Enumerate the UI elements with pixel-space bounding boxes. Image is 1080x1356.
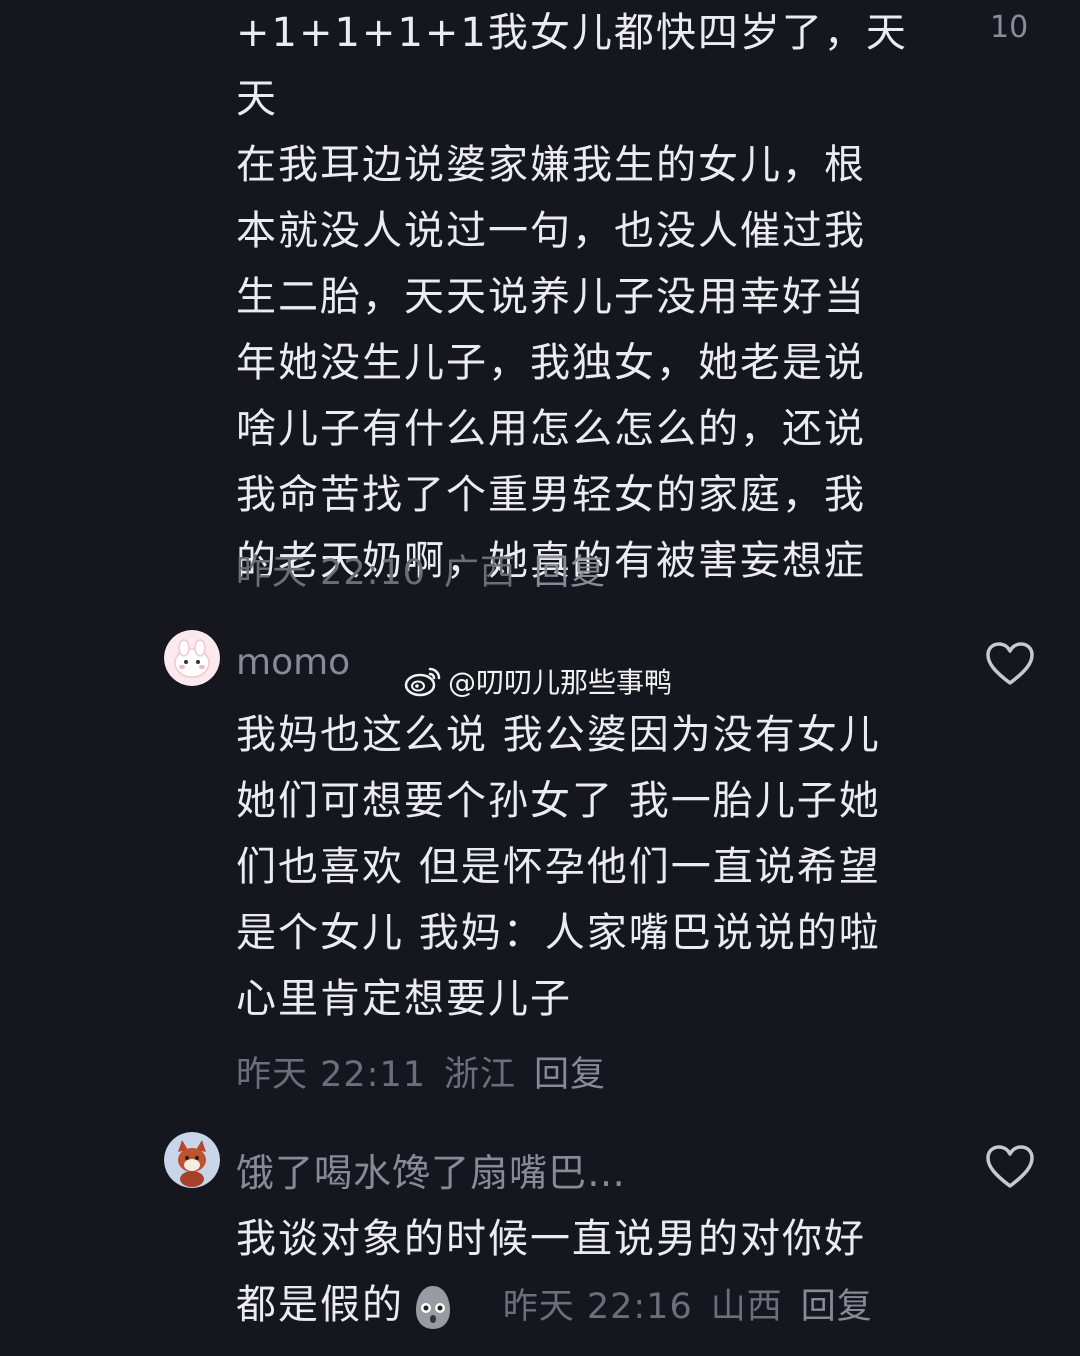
comment-text: +1+1+1+1我女儿都快四岁了，天天 在我耳边说婆家嫌我生的女儿，根 本就没人…: [236, 0, 926, 594]
comment-text: 我谈对象的时候一直说男的对你好 都是假的 昨天 22:16 山西 回复: [236, 1206, 926, 1340]
comment-location: 广西: [444, 553, 517, 593]
comment-line: 心里肯定想要儿子: [236, 976, 572, 1022]
comment-location: 浙江: [444, 1055, 517, 1095]
comment-text: 我妈也这么说 我公婆因为没有女儿 她们可想要个孙女了 我一胎儿子她 们也喜欢 但…: [236, 702, 926, 1032]
comment-line: 啥儿子有什么用怎么怎么的，还说: [236, 406, 866, 452]
watermark: @叨叨儿那些事鸭: [404, 661, 672, 701]
username[interactable]: 饿了喝水馋了扇嘴巴…: [236, 1142, 626, 1197]
reply-button[interactable]: 回复: [801, 1287, 873, 1327]
like-count: 10: [990, 10, 1029, 45]
comment-line: 年她没生儿子，我独女，她老是说: [236, 340, 866, 386]
comment-line: 本就没人说过一句，也没人催过我: [236, 208, 866, 254]
comment-line: 是个女儿 我妈：人家嘴巴说说的啦: [236, 910, 881, 956]
avatar-fox-icon: [164, 1132, 220, 1188]
comment-meta: 昨天 22:10 广西 回复: [236, 544, 624, 595]
weibo-logo-icon: [404, 667, 441, 697]
comment-line: 我命苦找了个重男轻女的家庭，我: [236, 472, 866, 518]
comment-line: 在我耳边说婆家嫌我生的女儿，根: [236, 142, 866, 188]
comment-line: 我妈也这么说 我公婆因为没有女儿: [236, 712, 881, 758]
comment-line: 生二胎，天天说养儿子没用幸好当: [236, 274, 866, 320]
avatar[interactable]: [164, 1132, 220, 1188]
comment-meta: 昨天 22:11 浙江 回复: [236, 1046, 624, 1097]
comment-line-last: 都是假的 昨天 22:16 山西 回复: [236, 1272, 926, 1340]
comment-time: 昨天 22:10: [236, 553, 426, 593]
comment-line: 们也喜欢 但是怀孕他们一直说希望: [236, 844, 881, 890]
avatar-bunny-icon: [164, 630, 220, 686]
comment-time: 昨天 22:11: [236, 1055, 426, 1095]
comment-line: 都是假的: [236, 1282, 404, 1328]
comment-line: 她们可想要个孙女了 我一胎儿子她: [236, 778, 881, 824]
heart-icon[interactable]: [984, 1142, 1036, 1194]
comment-location: 山西: [710, 1287, 783, 1327]
reply-button[interactable]: 回复: [534, 553, 606, 593]
comment-line: +1+1+1+1我女儿都快四岁了，天天: [236, 10, 908, 122]
comment-meta: 昨天 22:16 山西 回复: [503, 1287, 891, 1327]
shocked-face-emoji-icon: [416, 1286, 450, 1329]
heart-icon[interactable]: [984, 639, 1036, 691]
avatar[interactable]: [164, 630, 220, 686]
reply-button[interactable]: 回复: [534, 1055, 606, 1095]
watermark-text: @叨叨儿那些事鸭: [448, 666, 673, 699]
comment-line: 我谈对象的时候一直说男的对你好: [236, 1216, 866, 1262]
username[interactable]: momo: [236, 642, 350, 683]
comment-time: 昨天 22:16: [502, 1287, 693, 1327]
